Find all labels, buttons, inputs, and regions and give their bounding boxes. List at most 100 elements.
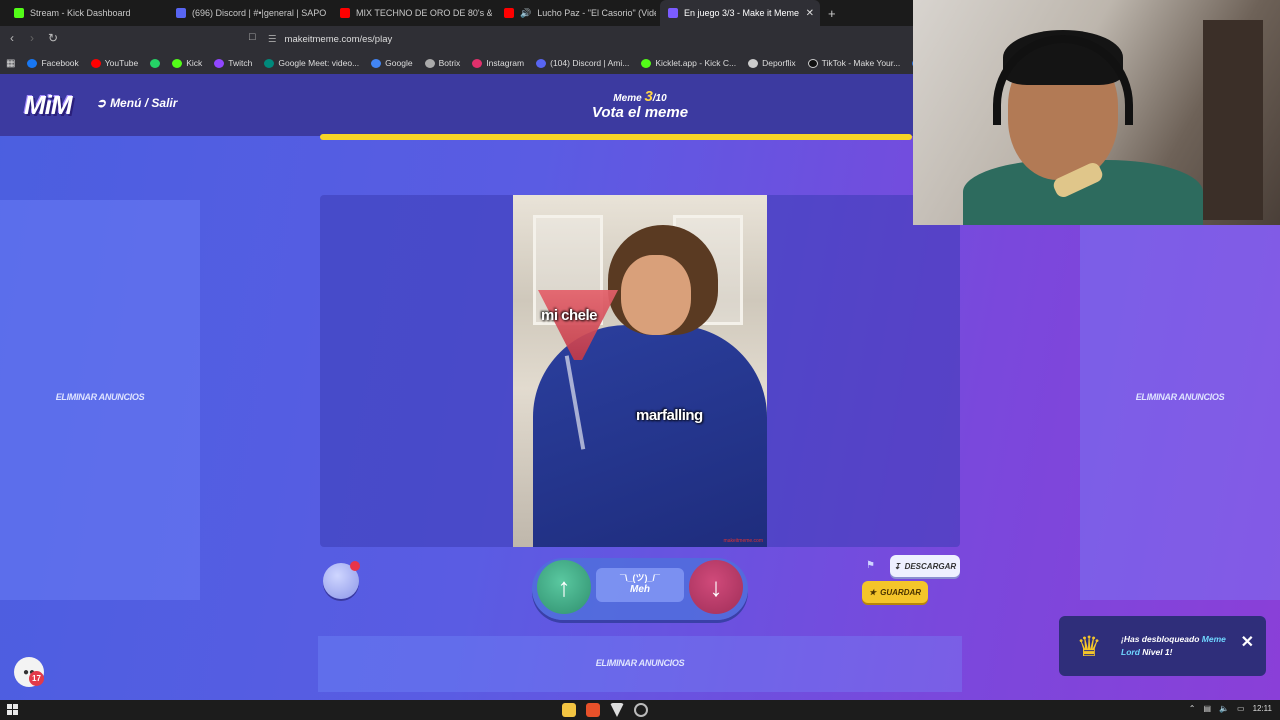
- save-button[interactable]: ★ GUARDAR: [862, 581, 928, 603]
- bookmark-label: Kick: [186, 58, 203, 68]
- brave-browser-icon[interactable]: [586, 703, 600, 717]
- ad-right[interactable]: ELIMINAR ANUNCIOS: [1080, 200, 1280, 600]
- download-button[interactable]: ↧ DESCARGAR: [890, 555, 960, 577]
- bookmark-botrix[interactable]: Botrix: [424, 58, 461, 68]
- youtube-icon: [504, 8, 514, 18]
- bookmark-label: Google Meet: video...: [278, 58, 360, 68]
- bookmark-facebook[interactable]: Facebook: [27, 58, 79, 68]
- tab-youtube-mix[interactable]: MIX TECHNO DE ORO DE 80's & 90's: [332, 0, 492, 26]
- back-icon[interactable]: ‹: [10, 31, 14, 45]
- apps-grid-icon[interactable]: ▦: [6, 58, 15, 69]
- volume-icon[interactable]: 🔈: [1219, 704, 1229, 713]
- toast-suffix: Nivel 1!: [1139, 647, 1173, 657]
- twitch-icon: [214, 58, 225, 68]
- downvote-button[interactable]: ↓: [689, 560, 743, 614]
- obs-icon[interactable]: [634, 703, 648, 717]
- bookmark-google[interactable]: Google: [371, 58, 413, 68]
- tab-label: (696) Discord | #•|general | SAPO: [192, 8, 327, 18]
- tab-label: Lucho Paz - "El Casorio" (Videoc: [537, 8, 656, 18]
- bookmark-label: Deporflix: [762, 58, 796, 68]
- bookmark-twitch[interactable]: Twitch: [214, 58, 252, 68]
- mim-logo[interactable]: MiM: [24, 90, 73, 121]
- app-icon[interactable]: [610, 703, 624, 717]
- bookmark-discord[interactable]: (104) Discord | Ami...: [536, 58, 629, 68]
- menu-exit-label: Menú / Salir: [110, 96, 178, 110]
- report-flag-icon[interactable]: ⚑: [866, 560, 875, 571]
- shelf-shape: [1203, 20, 1263, 220]
- meme-counter: Meme 3/10: [560, 88, 720, 105]
- youtube-icon: [90, 58, 101, 68]
- whatsapp-icon: [150, 58, 161, 68]
- new-tab-icon[interactable]: +: [828, 6, 836, 21]
- bookmark-label: (104) Discord | Ami...: [550, 58, 630, 68]
- bookmark-label: Google: [385, 58, 413, 68]
- arrow-down-icon: ↓: [709, 571, 723, 602]
- address-bar[interactable]: ☰ makeitmeme.com/es/play: [268, 29, 908, 49]
- bookmark-kick[interactable]: Kick: [172, 58, 202, 68]
- bookmark-youtube[interactable]: YouTube: [90, 58, 138, 68]
- bookmark-kicklet[interactable]: Kicklet.app - Kick C...: [641, 58, 736, 68]
- webcam-overlay: [913, 0, 1280, 225]
- discord-icon: [536, 58, 547, 68]
- google-icon: [264, 58, 275, 68]
- notification-dot: [350, 561, 360, 571]
- bookmark-label: Twitch: [228, 58, 253, 68]
- bookmark-label: TikTok - Make Your...: [821, 58, 901, 68]
- upvote-button[interactable]: ↑: [537, 560, 591, 614]
- shrug-emoticon: ¯\_(ツ)_/¯: [620, 573, 660, 583]
- tab-kick-dashboard[interactable]: Stream - Kick Dashboard: [6, 0, 166, 26]
- tab-label: Stream - Kick Dashboard: [30, 8, 131, 18]
- google-icon: [371, 58, 382, 68]
- remove-ads-link[interactable]: ELIMINAR ANUNCIOS: [318, 658, 962, 668]
- meme-total: /10: [652, 93, 667, 104]
- battery-icon[interactable]: ▭: [1237, 704, 1245, 713]
- ad-bottom[interactable]: ELIMINAR ANUNCIOS: [318, 636, 962, 692]
- tab-label: En juego 3/3 - Make it Meme: [684, 8, 800, 18]
- menu-exit-link[interactable]: ➲ Menú / Salir: [96, 96, 177, 110]
- facebook-icon: [27, 58, 38, 68]
- meh-button[interactable]: ¯\_(ツ)_/¯ Meh: [596, 568, 684, 602]
- close-icon[interactable]: ✕: [1241, 632, 1254, 652]
- forward-icon[interactable]: ›: [30, 31, 34, 45]
- site-info-icon[interactable]: ☰: [268, 34, 277, 45]
- windows-start-icon[interactable]: [7, 704, 18, 715]
- toast-prefix: ¡Has desbloqueado: [1121, 634, 1202, 645]
- bookmark-whatsapp[interactable]: [150, 58, 161, 68]
- mim-icon: [668, 8, 678, 18]
- remove-ads-link[interactable]: ELIMINAR ANUNCIOS: [1080, 392, 1280, 402]
- instagram-icon: [472, 58, 483, 68]
- bookmark-label: Kicklet.app - Kick C...: [655, 58, 737, 68]
- meme-current: 3: [644, 88, 653, 105]
- youtube-icon: [340, 8, 350, 18]
- bookmark-icon[interactable]: □: [249, 31, 256, 43]
- close-tab-icon[interactable]: ✕: [806, 8, 814, 19]
- windows-taskbar: ⌃ ▤ 🔈 ▭ 12:11: [0, 700, 1280, 720]
- tab-youtube-lucho[interactable]: 🔊 Lucho Paz - "El Casorio" (Videoc: [496, 0, 656, 26]
- tab-make-it-meme[interactable]: En juego 3/3 - Make it Meme ✕: [660, 0, 820, 26]
- network-icon[interactable]: ▤: [1203, 704, 1211, 713]
- meme-watermark: makeitmeme.com: [723, 538, 763, 544]
- bookmark-label: Botrix: [438, 58, 461, 68]
- round-progress-bar: [320, 134, 912, 140]
- file-explorer-icon[interactable]: [562, 703, 576, 717]
- bookmark-instagram[interactable]: Instagram: [472, 58, 524, 68]
- meh-label: Meh: [630, 584, 650, 595]
- tray-chevron-icon[interactable]: ⌃: [1189, 704, 1196, 713]
- chat-count-badge: 17: [29, 671, 44, 686]
- tab-label: MIX TECHNO DE ORO DE 80's & 90's: [356, 8, 492, 18]
- bookmark-tiktok[interactable]: TikTok - Make Your...: [807, 58, 901, 68]
- page-title: Vota el meme: [591, 104, 689, 121]
- meme-prefix: Meme: [613, 93, 642, 104]
- achievement-toast: ♛ ¡Has desbloqueado Meme Lord Nivel 1! ✕: [1059, 616, 1266, 676]
- download-icon: ↧: [893, 561, 901, 571]
- download-label: DESCARGAR: [904, 561, 957, 571]
- toast-message: ¡Has desbloqueado Meme Lord Nivel 1!: [1121, 633, 1231, 659]
- tab-discord[interactable]: (696) Discord | #•|general | SAPO: [168, 0, 328, 26]
- bookmark-google-meet[interactable]: Google Meet: video...: [264, 58, 359, 68]
- reload-icon[interactable]: ↻: [48, 31, 58, 45]
- bookmark-deporflix[interactable]: Deporflix: [748, 58, 796, 68]
- clock[interactable]: 12:11: [1253, 704, 1272, 713]
- exit-icon: ➲: [96, 96, 107, 110]
- ad-left[interactable]: ELIMINAR ANUNCIOS: [0, 200, 200, 600]
- remove-ads-link[interactable]: ELIMINAR ANUNCIOS: [0, 392, 200, 402]
